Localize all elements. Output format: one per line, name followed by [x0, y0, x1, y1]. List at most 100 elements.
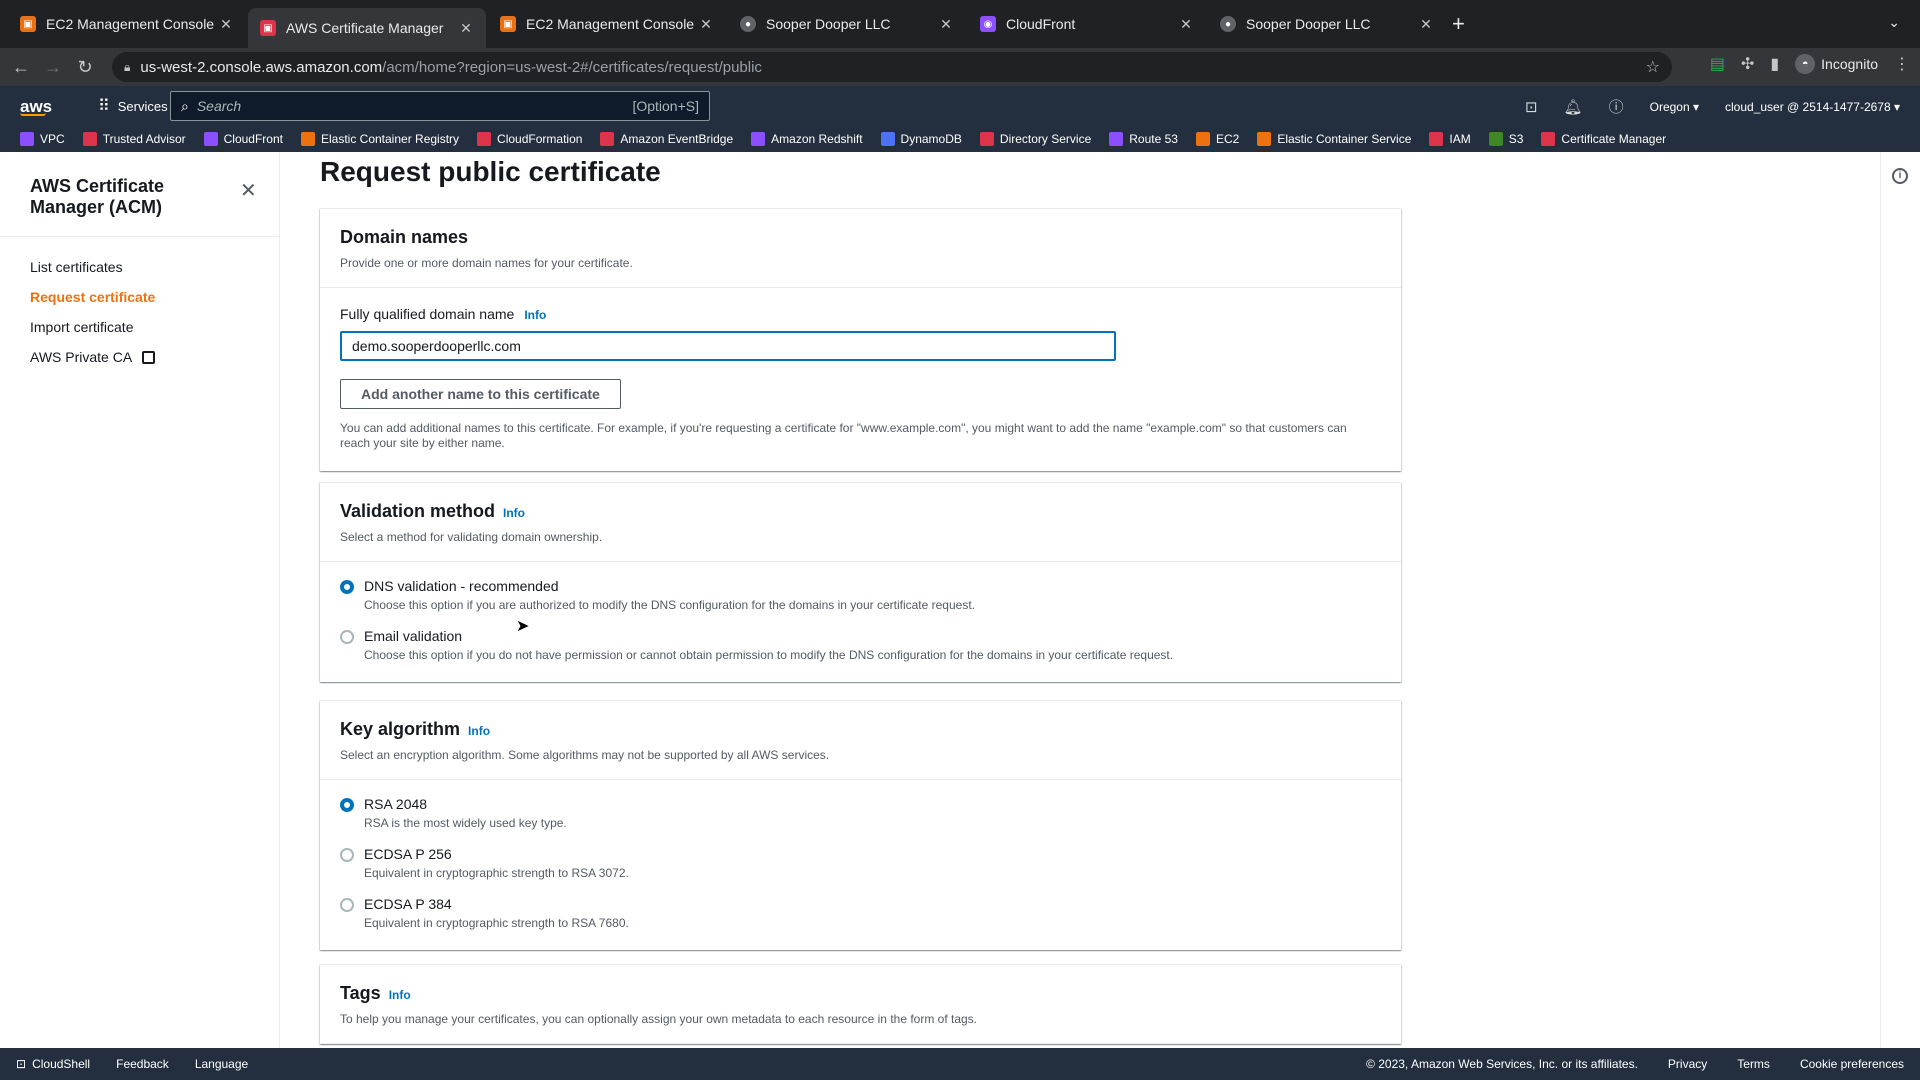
info-link[interactable]: Info [524, 308, 546, 322]
incognito-indicator[interactable]: ◓ Incognito [1795, 54, 1878, 74]
language-link[interactable]: Language [195, 1057, 248, 1071]
bell-icon[interactable]: 🔔︎ [1564, 98, 1583, 116]
ecdsa-p384-radio[interactable] [340, 898, 354, 912]
close-tab-icon[interactable]: ✕ [1418, 16, 1434, 33]
new-tab-icon[interactable]: + [1452, 12, 1465, 36]
search-placeholder: Search [196, 98, 242, 114]
panel-heading: Tags [340, 983, 381, 1003]
address-bar[interactable]: 🔒︎ us-west-2.console.aws.amazon.com/acm/… [112, 52, 1672, 82]
info-link[interactable]: Info [389, 988, 411, 1002]
terms-link[interactable]: Terms [1737, 1057, 1770, 1071]
rsa-2048-radio[interactable] [340, 798, 354, 812]
dns-validation-option[interactable]: DNS validation - recommended Choose this… [340, 578, 1381, 612]
sidebar-item-request-certificate[interactable]: Request certificate [30, 282, 155, 312]
rsa-2048-option[interactable]: RSA 2048 RSA is the most widely used key… [340, 796, 1381, 830]
close-tab-icon[interactable]: ✕ [938, 16, 954, 33]
favorite-label: Amazon Redshift [771, 132, 863, 146]
close-tab-icon[interactable]: ✕ [218, 16, 234, 33]
aws-console-header: aws ⠿ Services ⌕ Search [Option+S] ⊡ 🔔︎ … [0, 86, 1920, 126]
radio-description: Equivalent in cryptographic strength to … [364, 916, 629, 930]
privacy-link[interactable]: Privacy [1668, 1057, 1707, 1071]
forward-icon[interactable]: → [42, 57, 64, 78]
radio-text: Email validation Choose this option if y… [364, 628, 1173, 662]
browser-tab-active[interactable]: ▣ AWS Certificate Manager ✕ [248, 8, 486, 48]
close-icon[interactable]: ✕ [240, 178, 257, 203]
puzzle-extensions-icon[interactable]: ✣ [1741, 54, 1754, 74]
tab-title: Sooper Dooper LLC [766, 16, 891, 32]
favorite-label: Certificate Manager [1561, 132, 1667, 146]
ecdsa-p256-radio[interactable] [340, 848, 354, 862]
feedback-link[interactable]: Feedback [116, 1057, 169, 1071]
favorite-directory-service[interactable]: Directory Service [979, 132, 1091, 146]
aws-logo[interactable]: aws [20, 97, 64, 116]
close-tab-icon[interactable]: ✕ [698, 16, 714, 33]
back-icon[interactable]: ← [10, 57, 32, 78]
favorite-dynamodb[interactable]: DynamoDB [880, 132, 962, 146]
info-link[interactable]: Info [503, 506, 525, 520]
browser-tab[interactable]: ◉ CloudFront ✕ [968, 8, 1206, 40]
browser-tab[interactable]: ▣ EC2 Management Console ✕ [8, 8, 246, 40]
panel-header: Validation method Info Select a method fo… [320, 483, 1401, 562]
tab-list-chevron-icon[interactable]: ⌄ [1888, 14, 1900, 31]
add-another-name-button[interactable]: Add another name to this certificate [340, 379, 621, 409]
favorite-cloudfront[interactable]: CloudFront [203, 132, 283, 146]
sidebar-item-import-certificate[interactable]: Import certificate [30, 312, 155, 342]
favorite-certificate-manager[interactable]: Certificate Manager [1541, 132, 1666, 146]
close-tab-icon[interactable]: ✕ [1178, 16, 1194, 33]
sidebar-item-label: List certificates [30, 259, 123, 275]
browser-tab[interactable]: ● Sooper Dooper LLC ✕ [1208, 8, 1446, 40]
cloudshell-icon[interactable]: ⊡ [1525, 98, 1538, 116]
sidebar-item-list-certificates[interactable]: List certificates [30, 252, 155, 282]
bookmark-star-icon[interactable]: ☆ [1646, 57, 1660, 77]
account-menu[interactable]: cloud_user @ 2514-1477-2678 ▾ [1725, 100, 1900, 114]
browser-menu-icon[interactable]: ⋮ [1894, 54, 1910, 74]
help-icon[interactable]: ⓘ [1609, 96, 1624, 117]
favorite-s3[interactable]: S3 [1488, 132, 1523, 146]
radio-text: ECDSA P 256 Equivalent in cryptographic … [364, 846, 629, 880]
favorite-route53[interactable]: Route 53 [1109, 132, 1178, 146]
favorite-vpc[interactable]: VPC [20, 132, 65, 146]
favorite-redshift[interactable]: Amazon Redshift [751, 132, 863, 146]
fqdn-input[interactable] [340, 331, 1116, 361]
info-icon[interactable]: i [1892, 168, 1908, 184]
favorite-eventbridge[interactable]: Amazon EventBridge [600, 132, 733, 146]
dns-validation-radio[interactable] [340, 580, 354, 594]
page-title: Request public certificate [320, 156, 661, 187]
favorite-iam[interactable]: IAM [1429, 132, 1471, 146]
cloudshell-link[interactable]: ⊡ CloudShell [16, 1057, 90, 1071]
browser-tab[interactable]: ● Sooper Dooper LLC ✕ [728, 8, 966, 40]
ec2-icon [1195, 132, 1210, 146]
url-path: /acm/home?region=us-west-2#/certificates… [382, 58, 762, 76]
favorite-ecs[interactable]: Elastic Container Service [1257, 132, 1411, 146]
tab-title: EC2 Management Console [46, 16, 215, 32]
tags-panel: Tags Info To help you manage your certifi… [320, 964, 1401, 1044]
radio-label: ECDSA P 384 [364, 896, 452, 912]
cookie-preferences-link[interactable]: Cookie preferences [1800, 1057, 1904, 1071]
region-selector[interactable]: Oregon ▾ [1650, 100, 1699, 114]
services-menu[interactable]: ⠿ Services [98, 96, 168, 116]
radio-label: Email validation [364, 628, 463, 644]
favorite-ecr[interactable]: Elastic Container Registry [300, 132, 459, 146]
close-tab-icon[interactable]: ✕ [458, 20, 474, 37]
email-validation-radio[interactable] [340, 630, 354, 644]
extension-icon[interactable]: ▤ [1710, 54, 1725, 74]
info-link[interactable]: Info [468, 724, 490, 738]
ecdsa-p256-option[interactable]: ECDSA P 256 Equivalent in cryptographic … [340, 846, 1381, 880]
sidebar-item-aws-private-ca[interactable]: AWS Private CA [30, 342, 156, 372]
ecdsa-p384-option[interactable]: ECDSA P 384 Equivalent in cryptographic … [340, 896, 1381, 930]
favorite-label: Trusted Advisor [102, 132, 186, 146]
favorite-label: EC2 [1215, 132, 1240, 146]
favorite-cloudformation[interactable]: CloudFormation [477, 132, 582, 146]
directory-service-icon [979, 132, 994, 146]
radio-label: ECDSA P 256 [364, 846, 452, 862]
url-host: us-west-2.console.aws.amazon.com [140, 58, 383, 76]
reload-icon[interactable]: ↻ [74, 57, 96, 78]
browser-tab[interactable]: ▣ EC2 Management Console ✕ [488, 8, 726, 40]
favorite-ec2[interactable]: EC2 [1195, 132, 1240, 146]
favorite-trusted-advisor[interactable]: Trusted Advisor [82, 132, 186, 146]
panel-header: Key algorithm Info Select an encryption a… [320, 701, 1401, 780]
search-input[interactable]: ⌕ Search [Option+S] [170, 91, 710, 121]
email-validation-option[interactable]: Email validation Choose this option if y… [340, 628, 1381, 662]
side-panel-icon[interactable]: ▮ [1770, 54, 1779, 74]
tab-title: AWS Certificate Manager [286, 20, 444, 36]
